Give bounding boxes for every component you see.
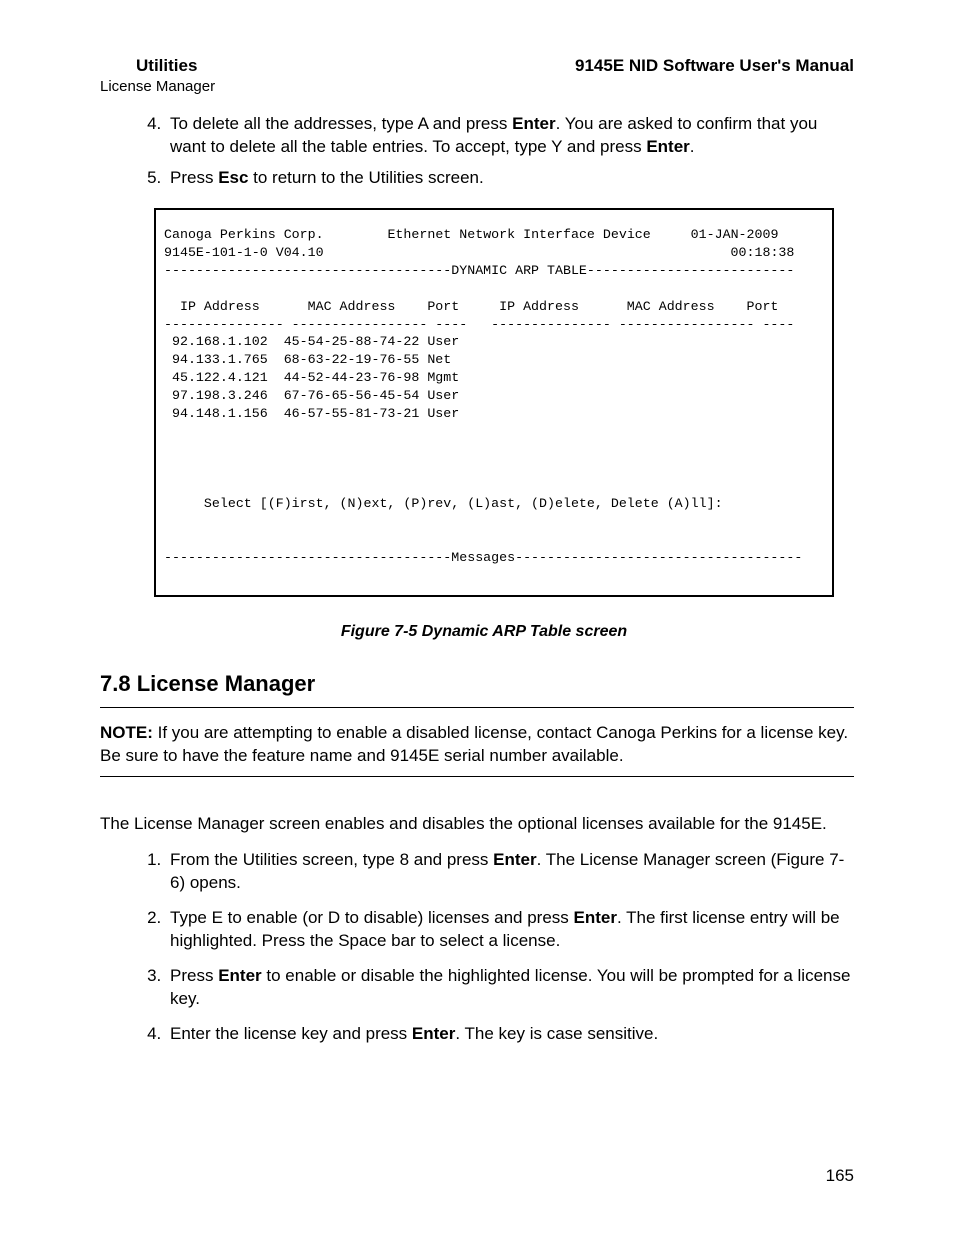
step-b4-c: . The key is case sensitive.	[455, 1024, 658, 1043]
terminal-row-1: 94.133.1.765 68-63-22-19-76-55 Net	[164, 352, 451, 367]
step-b2-a: Type E to enable (or D to disable) licen…	[170, 908, 574, 927]
terminal-prompt: Select [(F)irst, (N)ext, (P)rev, (L)ast,…	[164, 496, 723, 511]
enter-key: Enter	[493, 850, 536, 869]
terminal-messages-rule: ------------------------------------Mess…	[164, 550, 802, 565]
page-subheader: License Manager	[100, 78, 854, 95]
enter-key: Enter	[512, 114, 555, 133]
section-rule	[100, 707, 854, 708]
step-4-text-a: To delete all the addresses, type A and …	[170, 114, 512, 133]
step-5-text-c: to return to the Utilities screen.	[248, 168, 483, 187]
enter-key: Enter	[218, 966, 261, 985]
enter-key: Enter	[412, 1024, 455, 1043]
terminal-row-0: 92.168.1.102 45-54-25-88-74-22 User	[164, 334, 459, 349]
section-heading: 7.8 License Manager	[100, 671, 854, 697]
step-b3-c: to enable or disable the highlighted lic…	[170, 966, 850, 1008]
step-b1-a: From the Utilities screen, type 8 and pr…	[170, 850, 493, 869]
note-text: If you are attempting to enable a disabl…	[100, 723, 848, 765]
header-left: Utilities	[136, 56, 197, 76]
step-b1: From the Utilities screen, type 8 and pr…	[166, 849, 854, 895]
note-block: NOTE: If you are attempting to enable a …	[100, 722, 854, 768]
step-b2: Type E to enable (or D to disable) licen…	[166, 907, 854, 953]
steps-top: To delete all the addresses, type A and …	[100, 113, 854, 190]
step-5-text-a: Press	[170, 168, 218, 187]
terminal-col-rule: --------------- ----------------- ---- -…	[164, 317, 794, 332]
step-4-text-e: .	[690, 137, 695, 156]
figure-caption: Figure 7-5 Dynamic ARP Table screen	[154, 623, 814, 641]
esc-key: Esc	[218, 168, 248, 187]
terminal-col-headers: IP Address MAC Address Port IP Address M…	[164, 299, 778, 314]
note-label: NOTE:	[100, 723, 153, 742]
step-b3: Press Enter to enable or disable the hig…	[166, 965, 854, 1011]
terminal-row-4: 94.148.1.156 46-57-55-81-73-21 User	[164, 406, 459, 421]
enter-key: Enter	[574, 908, 617, 927]
step-5: Press Esc to return to the Utilities scr…	[166, 167, 854, 190]
terminal-rule-title: ------------------------------------DYNA…	[164, 263, 794, 278]
terminal-screen: Canoga Perkins Corp. Ethernet Network In…	[154, 208, 834, 597]
step-4: To delete all the addresses, type A and …	[166, 113, 854, 159]
page-header: Utilities 9145E NID Software User's Manu…	[136, 56, 854, 76]
step-b4-a: Enter the license key and press	[170, 1024, 412, 1043]
enter-key: Enter	[646, 137, 689, 156]
note-rule-bottom	[100, 776, 854, 777]
header-right: 9145E NID Software User's Manual	[575, 56, 854, 76]
page-number: 165	[826, 1166, 854, 1186]
body-paragraph: The License Manager screen enables and d…	[100, 813, 854, 836]
terminal-row-2: 45.122.4.121 44-52-44-23-76-98 Mgmt	[164, 370, 459, 385]
terminal-line-1: Canoga Perkins Corp. Ethernet Network In…	[164, 227, 778, 242]
terminal-line-2: 9145E-101-1-0 V04.10 00:18:38	[164, 245, 794, 260]
step-b3-a: Press	[170, 966, 218, 985]
terminal-row-3: 97.198.3.246 67-76-65-56-45-54 User	[164, 388, 459, 403]
steps-bottom: From the Utilities screen, type 8 and pr…	[100, 849, 854, 1046]
step-b4: Enter the license key and press Enter. T…	[166, 1023, 854, 1046]
